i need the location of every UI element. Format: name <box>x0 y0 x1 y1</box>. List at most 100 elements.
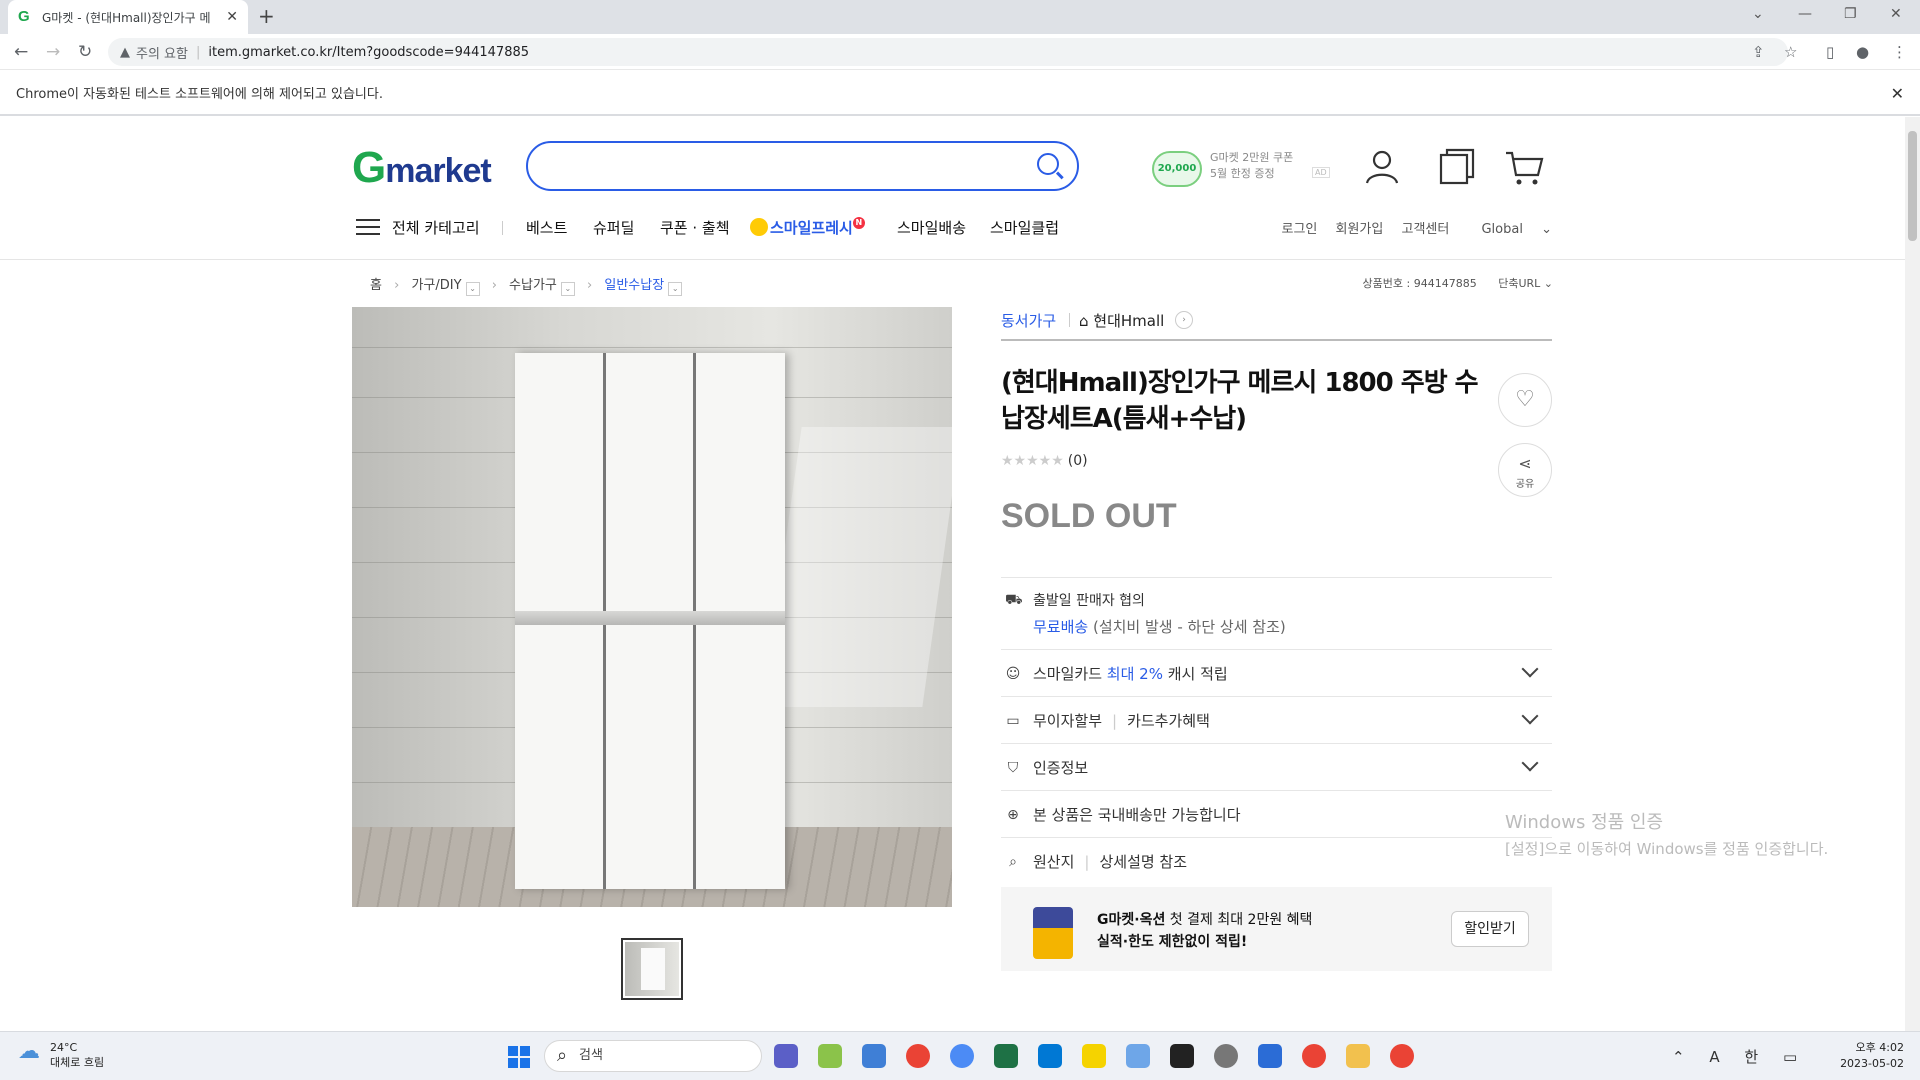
breadcrumb-level-1[interactable]: 가구/DIY <box>411 274 461 293</box>
dropdown-toggle-icon[interactable]: ⌄ <box>465 282 480 296</box>
widgets-icon[interactable] <box>818 1044 842 1068</box>
chevron-down-icon[interactable] <box>1521 707 1539 725</box>
file-explorer-icon[interactable] <box>1346 1044 1370 1068</box>
cart-icon[interactable] <box>1504 147 1544 187</box>
chrome-icon[interactable] <box>1390 1044 1414 1068</box>
login-link[interactable]: 로그인 <box>1281 222 1317 237</box>
browser-tab[interactable]: G G마켓 - (현대Hmall)장인가구 메 ✕ <box>8 0 248 34</box>
breadcrumb-home[interactable]: 홈 <box>370 274 382 293</box>
banner-line-1-rest: 첫 결제 최대 2만원 혜택 <box>1165 912 1313 928</box>
coupon-promo-ad[interactable]: 20,000 G마켓 2만원 쿠폰 5월 한정 증정 AD <box>1152 147 1330 187</box>
vscode-icon[interactable] <box>1038 1044 1062 1068</box>
utility-links: 로그인 회원가입 고객센터 Global ⌄ <box>1267 218 1552 237</box>
reload-icon[interactable]: ↻ <box>78 42 92 62</box>
settings-gear-app-icon[interactable] <box>862 1044 886 1068</box>
minimize-icon[interactable]: — <box>1798 6 1812 22</box>
breadcrumb-level-2[interactable]: 수납가구 <box>509 274 557 293</box>
windows-taskbar: ☁ 24°C 대체로 흐림 검색 ⌃ A 한 ▭ 오후 4:02 2023-05… <box>0 1031 1920 1080</box>
network-icon[interactable]: ▭ <box>1783 1048 1797 1066</box>
messenger-icon[interactable] <box>950 1044 974 1068</box>
nav-coupon[interactable]: 쿠폰 · 출첵 <box>660 217 730 238</box>
chevron-down-icon[interactable] <box>1521 754 1539 772</box>
infobar-close-icon[interactable]: ✕ <box>1891 84 1904 103</box>
back-icon[interactable]: ← <box>14 42 28 62</box>
store-app-icon[interactable] <box>1126 1044 1150 1068</box>
signup-link[interactable]: 회원가입 <box>1336 222 1384 237</box>
start-tile <box>520 1058 530 1068</box>
address-bar[interactable]: ▲ 주의 요함 | item.gmarket.co.kr/Item?goodsc… <box>108 38 1788 66</box>
restore-icon[interactable]: ❐ <box>1844 6 1857 22</box>
product-main-image[interactable] <box>352 307 952 907</box>
gmarket-logo[interactable]: Gmarket <box>352 143 492 193</box>
banner-line-2: 실적·한도 제한없이 적립! <box>1097 934 1248 950</box>
nav-smile-club[interactable]: 스마일클럽 <box>990 217 1059 238</box>
nav-smile-fresh[interactable]: 스마일프레시 N <box>750 217 865 238</box>
forward-icon[interactable]: → <box>46 42 60 62</box>
global-dropdown[interactable]: Global ⌄ <box>1467 222 1552 237</box>
share-page-icon[interactable]: ⇪ <box>1752 43 1765 61</box>
scrollbar-thumb[interactable] <box>1908 131 1917 241</box>
hamburger-menu-icon[interactable] <box>356 219 380 235</box>
teams-icon[interactable] <box>774 1044 798 1068</box>
chrome-icon[interactable] <box>906 1044 930 1068</box>
page-scrollbar[interactable] <box>1905 117 1920 1031</box>
new-tab-icon[interactable]: + <box>258 4 275 28</box>
bookmark-star-icon[interactable]: ☆ <box>1784 43 1797 61</box>
certification-row[interactable]: ⛉ 인증정보 <box>1001 743 1552 790</box>
clock[interactable]: 오후 4:02 2023-05-02 <box>1834 1040 1904 1072</box>
installment-row[interactable]: ▭ 무이자할부 | 카드추가혜택 <box>1001 696 1552 743</box>
dropdown-toggle-icon[interactable]: ⌄ <box>560 282 575 296</box>
seller-shop-link[interactable]: ⌂ 현대Hmall <box>1079 310 1164 331</box>
start-button[interactable] <box>508 1046 530 1068</box>
ime-hangul-indicator[interactable]: 한 <box>1744 1048 1758 1066</box>
smile-fresh-icon <box>750 218 768 236</box>
chevron-right-icon[interactable]: › <box>1175 311 1193 329</box>
short-url-button[interactable]: 단축URL ⌄ <box>1498 277 1553 290</box>
chrome-menu-icon[interactable]: ⋮ <box>1892 43 1907 61</box>
share-button[interactable]: ⋖ 공유 <box>1498 443 1552 497</box>
rating[interactable]: ★★★★★ (0) <box>1001 453 1088 469</box>
product-thumbnail[interactable] <box>621 938 683 1000</box>
all-categories-link[interactable]: 전체 카테고리 <box>392 217 480 238</box>
customer-center-link[interactable]: 고객센터 <box>1402 222 1450 237</box>
sticky-notes-icon[interactable] <box>1082 1044 1106 1068</box>
dropdown-toggle-icon[interactable]: ⌄ <box>668 282 683 296</box>
notepad-icon[interactable] <box>1258 1044 1282 1068</box>
search-input[interactable] <box>526 141 1079 191</box>
breadcrumb-level-3[interactable]: 일반수납장 <box>604 274 664 293</box>
chrome-icon[interactable] <box>1302 1044 1326 1068</box>
tab-strip: G G마켓 - (현대Hmall)장인가구 메 ✕ + ⌄ — ❐ ✕ <box>0 0 1920 34</box>
my-page-icon[interactable] <box>1362 147 1402 187</box>
excel-icon[interactable] <box>994 1044 1018 1068</box>
breadcrumb-arrow-icon: › <box>394 278 400 293</box>
tab-close-icon[interactable]: ✕ <box>226 9 238 25</box>
url-text[interactable]: item.gmarket.co.kr/Item?goodscode=944147… <box>208 45 529 60</box>
window-close-icon[interactable]: ✕ <box>1890 6 1902 22</box>
chevron-down-icon[interactable] <box>1521 660 1539 678</box>
search-icon[interactable] <box>1037 153 1059 175</box>
wishlist-button[interactable]: ♡ <box>1498 373 1552 427</box>
globe-icon: ⊕ <box>1007 807 1019 823</box>
nav-superdeal[interactable]: 슈퍼딜 <box>593 217 634 238</box>
brand-link[interactable]: 동서가구 <box>1001 310 1056 331</box>
nav-smile-delivery[interactable]: 스마일배송 <box>897 217 966 238</box>
tray-overflow-icon[interactable]: ⌃ <box>1672 1048 1685 1066</box>
tab-search-chevron-icon[interactable]: ⌄ <box>1752 6 1764 22</box>
shield-check-icon: ⛉ <box>1007 760 1019 776</box>
terminal-icon[interactable] <box>1170 1044 1194 1068</box>
smilecard-row[interactable]: ☺ 스마일카드 최대 2% 캐시 적립 <box>1001 649 1552 696</box>
ime-mode-indicator[interactable]: A <box>1709 1048 1719 1066</box>
origin-row: ⌕ 원산지 | 상세설명 참조 <box>1001 837 1552 884</box>
taskbar-search[interactable]: 검색 <box>544 1040 762 1072</box>
breadcrumb: 홈 › 가구/DIY ⌄ › 수납가구 ⌄ › 일반수납장 ⌄ <box>370 274 683 296</box>
get-discount-button[interactable]: 할인받기 <box>1451 911 1529 947</box>
home-icon: ⌂ <box>1079 312 1094 330</box>
recent-items-icon[interactable] <box>1437 147 1477 187</box>
settings-icon[interactable] <box>1214 1044 1238 1068</box>
profile-icon[interactable]: ● <box>1856 43 1869 61</box>
product-title: (현대Hmall)장인가구 메르시 1800 주방 수납장세트A(틈새+수납) <box>1001 368 1479 434</box>
breadcrumb-arrow-icon: › <box>587 278 593 293</box>
side-panel-icon[interactable]: ▯ <box>1826 43 1834 61</box>
new-badge: N <box>852 217 865 229</box>
nav-best[interactable]: 베스트 <box>526 217 567 238</box>
